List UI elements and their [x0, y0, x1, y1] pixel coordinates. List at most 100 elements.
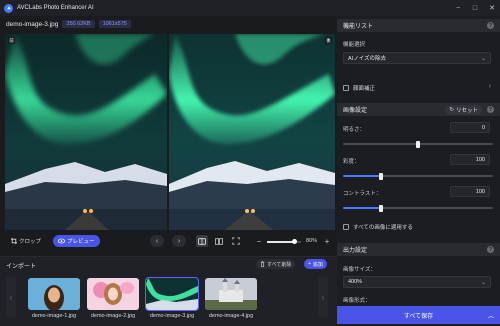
aurora-enhanced-image — [169, 34, 335, 230]
close-button[interactable]: ✕ — [484, 0, 500, 16]
minimize-button[interactable]: − — [450, 0, 466, 16]
help-icon[interactable]: ? — [487, 106, 494, 113]
reset-label: リセット — [455, 107, 478, 114]
fit-screen-button[interactable] — [230, 235, 242, 247]
portrait-thumbnail — [28, 278, 80, 310]
feature-select[interactable]: AIノイズの除去 ⌄ — [343, 52, 491, 64]
before-tag: 前 — [8, 37, 15, 44]
file-size-badge: 350.62KB — [62, 20, 95, 28]
app-logo-icon — [4, 3, 13, 13]
image-size-value: 400% — [348, 279, 363, 285]
output-title: 出力設定 — [343, 248, 368, 254]
apply-all-checkbox[interactable] — [343, 224, 349, 230]
chevron-left-icon: ‹ — [9, 292, 13, 302]
feature-select-value: AIノイズの除去 — [348, 56, 387, 62]
side-by-side-icon — [215, 237, 223, 245]
contrast-slider[interactable] — [343, 204, 493, 212]
aurora-thumbnail — [146, 278, 198, 310]
maximize-button[interactable]: □ — [467, 0, 483, 16]
file-name: demo-image-3.jpg — [6, 20, 59, 28]
image-settings-header: 画像設定 ↻ リセット ? — [337, 103, 500, 116]
split-view-button[interactable] — [196, 235, 208, 247]
image-settings-title: 画像設定 — [343, 108, 368, 114]
side-by-side-button[interactable] — [213, 235, 225, 247]
zoom-slider[interactable] — [267, 239, 301, 244]
thumbnail-demo-image-4[interactable] — [205, 278, 257, 310]
saturation-input[interactable]: 100 — [450, 154, 490, 165]
thumbnail-demo-image-3[interactable] — [145, 277, 199, 311]
contrast-slider-fill — [343, 207, 381, 209]
crop-button[interactable]: クロップ — [7, 235, 45, 247]
reset-button[interactable]: ↻ リセット — [445, 104, 482, 115]
face-fix-option[interactable]: 顔面補正 — [343, 82, 493, 94]
zoom-slider-thumb[interactable] — [291, 239, 297, 244]
add-image-button[interactable]: + 追加 — [304, 259, 327, 269]
prev-image-button[interactable]: ‹ — [150, 235, 164, 247]
original-image-pane[interactable]: 前 — [5, 34, 167, 230]
contrast-input[interactable]: 100 — [450, 186, 490, 197]
saturation-slider-thumb[interactable] — [378, 172, 383, 180]
image-size-label: 画像サイズ： — [343, 267, 376, 273]
chevron-right-icon: › — [177, 237, 181, 245]
chevron-up-icon[interactable]: ︿ — [488, 311, 494, 320]
enhanced-image-pane[interactable]: 後 — [169, 34, 335, 230]
apply-all-label: すべての画像に適用する — [353, 225, 413, 231]
crop-icon — [11, 238, 17, 244]
preview-button[interactable]: プレビュー — [53, 235, 100, 247]
thumbs-scroll-left[interactable]: ‹ — [6, 277, 16, 317]
crop-label: クロップ — [19, 239, 42, 245]
chevron-down-icon: ⌄ — [480, 279, 486, 286]
clear-all-button[interactable]: すべて削除 — [256, 259, 296, 269]
brightness-slider[interactable] — [343, 140, 493, 148]
zoom-in-button[interactable]: + — [323, 235, 331, 247]
settings-panel: 機能リスト ? 機能選択 AIノイズの除去 ⌄ 顔面補正 › 画像設定 ↻ リセ… — [337, 16, 500, 326]
zoom-out-button[interactable]: − — [255, 235, 263, 247]
apply-all-option[interactable]: すべての画像に適用する — [343, 221, 493, 233]
thumbs-scroll-right[interactable]: › — [318, 277, 328, 317]
output-header: 出力設定 ? — [337, 243, 500, 256]
resolution-badge: 1061x575 — [98, 20, 131, 28]
contrast-slider-thumb[interactable] — [378, 204, 383, 212]
thumbnail-label-3: demo-image-3.jpg — [149, 313, 195, 319]
thumbnail-label-2: demo-image-2.jpg — [90, 313, 136, 319]
preview-label: プレビュー — [67, 239, 95, 245]
face-fix-checkbox[interactable] — [343, 85, 349, 91]
help-icon[interactable]: ? — [487, 22, 494, 29]
help-icon[interactable]: ? — [487, 246, 494, 253]
fit-screen-icon — [232, 237, 240, 245]
features-header: 機能リスト ? — [337, 19, 500, 32]
face-fix-label: 顔面補正 — [353, 86, 376, 92]
file-info: demo-image-3.jpg 350.62KB 1061x575 — [6, 19, 131, 29]
thumbnail-demo-image-2[interactable] — [87, 278, 139, 310]
add-label: 追加 — [312, 261, 323, 268]
save-all-button[interactable]: すべて保存 ︿ — [337, 306, 500, 324]
saturation-label: 彩度： — [343, 159, 360, 165]
chevron-down-icon: ⌄ — [480, 55, 486, 62]
brightness-slider-thumb[interactable] — [416, 140, 420, 148]
trash-icon — [260, 261, 265, 267]
features-title: 機能リスト — [343, 24, 374, 30]
chevron-right-icon[interactable]: › — [489, 83, 491, 90]
contrast-label: コントラスト： — [343, 191, 382, 197]
save-all-label: すべて保存 — [403, 313, 434, 320]
import-title: インポート — [6, 264, 37, 270]
clear-all-label: すべて削除 — [267, 261, 292, 268]
saturation-slider[interactable] — [343, 172, 493, 180]
preview-toolbar: クロップ プレビュー ‹ › − 80% + — [5, 234, 335, 248]
saturation-slider-fill — [343, 175, 381, 177]
brightness-input[interactable]: 0 — [450, 122, 490, 133]
image-size-select[interactable]: 400% ⌄ — [343, 276, 491, 288]
plus-icon: + — [308, 261, 311, 267]
castle-thumbnail — [205, 278, 257, 310]
split-view-icon — [198, 237, 206, 245]
zoom-value: 80% — [306, 238, 318, 244]
next-image-button[interactable]: › — [172, 235, 186, 247]
after-tag: 後 — [325, 37, 332, 44]
aurora-original-image — [5, 34, 167, 230]
chevron-left-icon: ‹ — [155, 237, 159, 245]
reset-icon: ↻ — [449, 106, 454, 113]
chevron-right-icon: › — [321, 292, 325, 302]
thumbnail-demo-image-1[interactable] — [28, 278, 80, 310]
feature-select-label: 機能選択 — [343, 42, 366, 48]
title-bar: AVCLabs Photo Enhancer AI − □ ✕ — [0, 0, 500, 16]
